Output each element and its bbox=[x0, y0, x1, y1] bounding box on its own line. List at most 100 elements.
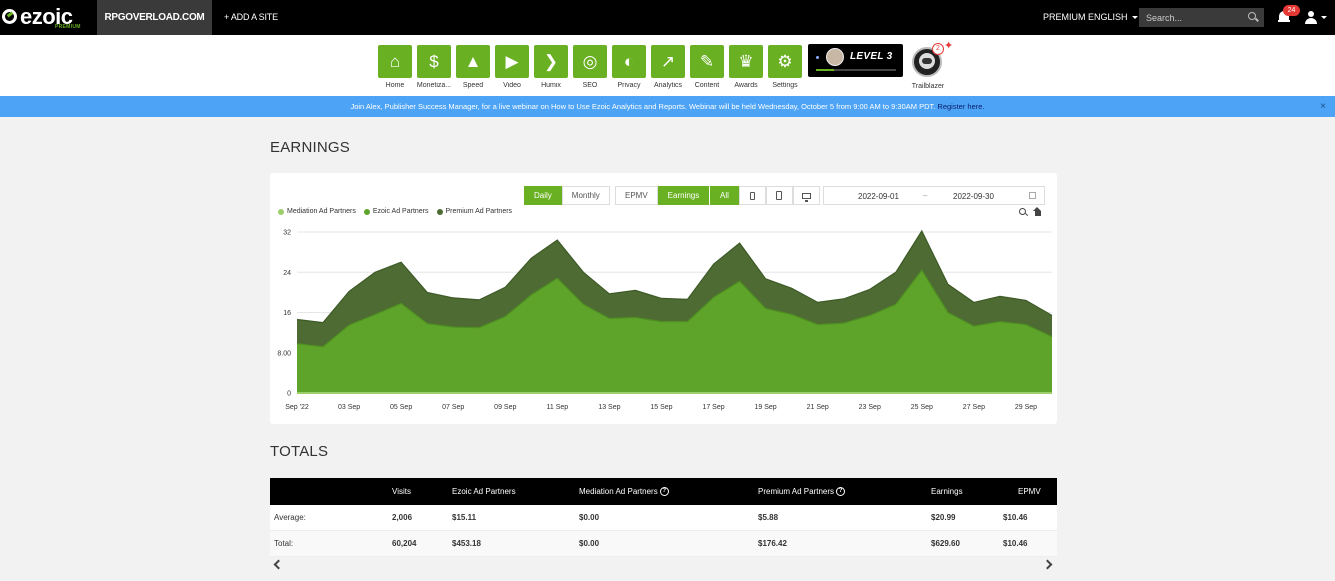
level-progress-bar bbox=[816, 69, 896, 71]
table-header: Visits Ezoic Ad Partners Mediation Ad Pa… bbox=[270, 478, 1057, 505]
calendar-icon bbox=[1029, 192, 1036, 199]
close-icon[interactable]: × bbox=[1320, 96, 1326, 117]
rocket-icon[interactable]: ▲ bbox=[456, 45, 490, 78]
table-row: Total: 60,204 $453.18 $0.00 $176.42 $629.60 $1… bbox=[270, 531, 1057, 557]
column-header: Mediation Ad Partners? bbox=[579, 478, 669, 505]
table-cell-premium: $176.42 bbox=[758, 539, 787, 548]
line-chart-icon[interactable]: ↗ bbox=[651, 45, 685, 78]
y-tick-label: 8.00 bbox=[277, 350, 291, 357]
trailblazer-count: 2 bbox=[932, 43, 944, 55]
language-dropdown[interactable]: ENGLISH bbox=[1088, 12, 1138, 22]
table-cell-ezoic: $453.18 bbox=[452, 539, 481, 548]
date-separator: – bbox=[923, 191, 928, 200]
tablet-device-button[interactable] bbox=[765, 186, 793, 205]
x-tick-label: 15 Sep bbox=[650, 404, 672, 411]
premium-link[interactable]: PREMIUM bbox=[1043, 12, 1086, 22]
reset-zoom-home-icon[interactable] bbox=[1033, 207, 1042, 216]
add-site-link[interactable]: + ADD A SITE bbox=[224, 12, 278, 22]
legend-swatch bbox=[278, 208, 284, 215]
scroll-left-icon[interactable] bbox=[273, 559, 284, 570]
ezoic-logo-icon bbox=[2, 9, 17, 24]
dollar-icon[interactable]: $ bbox=[417, 45, 451, 78]
help-icon[interactable]: ? bbox=[659, 487, 669, 497]
tool-1[interactable]: $ Monetiza... bbox=[417, 45, 451, 89]
date-range-picker[interactable]: 2022-09-01 – 2022-09-30 bbox=[823, 186, 1045, 205]
desktop-icon bbox=[801, 192, 811, 202]
zoom-icon[interactable] bbox=[1019, 208, 1026, 215]
home-icon[interactable]: ⌂ bbox=[378, 45, 412, 78]
legend-item[interactable]: Premium Ad Partners bbox=[436, 208, 512, 215]
level-badge[interactable]: LEVEL 3 bbox=[808, 44, 903, 77]
monthly-button[interactable]: Monthly bbox=[561, 186, 610, 205]
register-link[interactable]: Register here. bbox=[937, 102, 984, 111]
level-text: LEVEL 3 bbox=[850, 51, 893, 62]
shield-icon[interactable]: ◐ bbox=[612, 45, 646, 78]
daily-button[interactable]: Daily bbox=[524, 186, 562, 205]
table-cell-epmv: $10.46 bbox=[1003, 513, 1028, 522]
magnifier-icon[interactable]: ◎ bbox=[573, 45, 607, 78]
x-tick-label: 05 Sep bbox=[390, 404, 412, 411]
earnings-heading: EARNINGS bbox=[270, 139, 350, 156]
mobile-icon bbox=[749, 191, 755, 200]
webinar-banner: Join Alex, Publisher Success Manager, fo… bbox=[0, 96, 1335, 117]
tool-0[interactable]: ⌂ Home bbox=[378, 45, 412, 89]
x-tick-label: 23 Sep bbox=[859, 404, 881, 411]
tool-5[interactable]: ◎ SEO bbox=[573, 45, 607, 89]
scroll-right-icon[interactable] bbox=[1042, 559, 1053, 570]
table-cell-epmv: $10.46 bbox=[1003, 539, 1028, 548]
visor-shape bbox=[922, 58, 932, 64]
video-icon[interactable]: ▶ bbox=[495, 45, 529, 78]
legend-label: Mediation Ad Partners bbox=[287, 208, 356, 215]
x-tick-label: 13 Sep bbox=[598, 404, 620, 411]
column-header-label: Premium Ad Partners bbox=[758, 487, 835, 496]
help-icon[interactable]: ? bbox=[836, 487, 846, 497]
legend-item[interactable]: Mediation Ad Partners bbox=[278, 208, 356, 215]
search-icon[interactable] bbox=[1248, 12, 1256, 20]
x-tick-label: 21 Sep bbox=[807, 404, 829, 411]
device-all-button[interactable]: All bbox=[710, 186, 739, 205]
table-cell-earnings: $20.99 bbox=[931, 513, 956, 522]
desktop-device-button[interactable] bbox=[792, 186, 820, 205]
period-toggle: Daily Monthly bbox=[524, 186, 610, 205]
legend-swatch bbox=[363, 208, 370, 215]
earnings-chart-card: Daily Monthly EPMV Earnings All 2022-09-… bbox=[270, 173, 1057, 424]
chevron-down-icon bbox=[1131, 16, 1138, 20]
gear-icon[interactable]: ⚙ bbox=[768, 45, 802, 78]
tool-3[interactable]: ▶ Video bbox=[495, 45, 529, 89]
user-menu-chevron-icon[interactable] bbox=[1321, 16, 1327, 19]
table-cell-premium: $5.88 bbox=[758, 513, 779, 522]
tool-6[interactable]: ◐ Privacy bbox=[612, 45, 646, 89]
date-start: 2022-09-01 bbox=[858, 192, 899, 201]
tool-2[interactable]: ▲ Speed bbox=[456, 45, 490, 89]
chevron-right-icon[interactable]: ❯ bbox=[534, 45, 568, 78]
ezoic-logo[interactable]: ezoic PREMIUM bbox=[0, 0, 97, 35]
tool-8[interactable]: ✎ Content bbox=[690, 45, 724, 89]
table-cell-label: Average: bbox=[274, 513, 306, 522]
search-input[interactable] bbox=[1139, 8, 1264, 27]
x-tick-label: 29 Sep bbox=[1015, 404, 1037, 411]
trophy-icon[interactable]: ♛ bbox=[729, 45, 763, 78]
tool-7[interactable]: ↗ Analytics bbox=[651, 45, 685, 89]
tool-9[interactable]: ♛ Awards bbox=[729, 45, 763, 89]
table-cell-mediation: $0.00 bbox=[579, 513, 600, 522]
legend-item[interactable]: Ezoic Ad Partners bbox=[363, 208, 429, 215]
tool-10[interactable]: ⚙ Settings bbox=[768, 45, 802, 89]
y-tick-label: 32 bbox=[283, 230, 291, 237]
notification-badge: 24 bbox=[1283, 5, 1300, 16]
trailblazer-badge[interactable]: 2 ✦ bbox=[910, 40, 953, 81]
column-header-label: Mediation Ad Partners bbox=[579, 487, 658, 496]
earnings-button[interactable]: Earnings bbox=[657, 186, 710, 205]
metric-toggle: EPMV Earnings bbox=[615, 186, 710, 205]
user-icon[interactable] bbox=[1305, 11, 1317, 24]
epmv-button[interactable]: EPMV bbox=[615, 186, 658, 205]
site-selector-tab[interactable]: RPGOVERLOAD.COM bbox=[97, 0, 212, 35]
earnings-area-chart: 0 8.00 16 24 32 Sep '22 03 Sep 05 Sep 07 Sep 09 S… bbox=[277, 230, 1053, 411]
x-tick-label: 11 Sep bbox=[547, 404, 569, 411]
document-icon[interactable]: ✎ bbox=[690, 45, 724, 78]
status-dot-icon bbox=[816, 56, 819, 59]
x-tick-label: Sep '22 bbox=[285, 404, 309, 411]
column-header: Earnings bbox=[931, 487, 963, 496]
tool-4[interactable]: ❯ Humix bbox=[534, 45, 568, 89]
mobile-device-button[interactable] bbox=[738, 186, 766, 205]
avatar bbox=[826, 48, 844, 66]
